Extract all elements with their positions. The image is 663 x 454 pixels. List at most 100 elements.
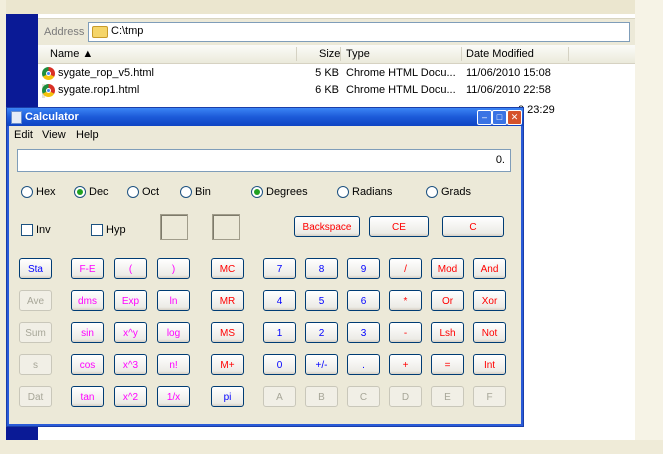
radio-label: Oct: [142, 186, 160, 198]
menu-help[interactable]: Help: [76, 129, 99, 141]
address-value: C:\tmp: [111, 25, 144, 37]
hex-a-button[interactable]: A: [263, 386, 296, 407]
column-name[interactable]: Name ▲: [50, 48, 93, 60]
file-name: sygate.rop1.html: [58, 84, 140, 96]
column-header: Name ▲ Size Type Date Modified: [38, 45, 635, 64]
exp-button[interactable]: Exp: [114, 290, 147, 311]
subtract-button[interactable]: -: [389, 322, 422, 343]
stat-s-button[interactable]: s: [19, 354, 52, 375]
menu-view[interactable]: View: [42, 129, 66, 141]
maximize-button[interactable]: □: [492, 110, 507, 125]
hex-c-button[interactable]: C: [347, 386, 380, 407]
column-divider[interactable]: [340, 47, 341, 61]
address-input[interactable]: C:\tmp: [88, 22, 630, 42]
digit-3-button[interactable]: 3: [347, 322, 380, 343]
column-divider[interactable]: [296, 47, 297, 61]
factorial-button[interactable]: n!: [157, 354, 190, 375]
column-divider[interactable]: [568, 47, 569, 61]
file-row[interactable]: sygate.rop1.html 6 KB Chrome HTML Docu..…: [38, 83, 635, 99]
digit-1-button[interactable]: 1: [263, 322, 296, 343]
add-button[interactable]: +: [389, 354, 422, 375]
window-title: Calculator: [25, 111, 79, 123]
memory-add-button[interactable]: M+: [211, 354, 244, 375]
window-frame-top: [0, 0, 663, 14]
sin-button[interactable]: sin: [71, 322, 104, 343]
dms-button[interactable]: dms: [71, 290, 104, 311]
menu-edit[interactable]: Edit: [14, 129, 33, 141]
close-paren-button[interactable]: ): [157, 258, 190, 279]
calculator-display[interactable]: 0.: [17, 149, 511, 172]
stat-sta-button[interactable]: Sta: [19, 258, 52, 279]
radio-label: Dec: [89, 186, 109, 198]
digit-8-button[interactable]: 8: [305, 258, 338, 279]
mod-button[interactable]: Mod: [431, 258, 464, 279]
or-button[interactable]: Or: [431, 290, 464, 311]
column-size[interactable]: Size: [319, 48, 340, 60]
int-button[interactable]: Int: [473, 354, 506, 375]
open-paren-button[interactable]: (: [114, 258, 147, 279]
file-size: 5 KB: [315, 67, 339, 79]
file-name-cell: sygate.rop1.html: [42, 84, 139, 98]
address-bar: Address C:\tmp: [38, 18, 635, 46]
digit-5-button[interactable]: 5: [305, 290, 338, 311]
digit-4-button[interactable]: 4: [263, 290, 296, 311]
memory-clear-button[interactable]: MC: [211, 258, 244, 279]
reciprocal-button[interactable]: 1/x: [157, 386, 190, 407]
column-date[interactable]: Date Modified: [466, 48, 534, 60]
log-button[interactable]: log: [157, 322, 190, 343]
cos-button[interactable]: cos: [71, 354, 104, 375]
xor-button[interactable]: Xor: [473, 290, 506, 311]
title-bar[interactable]: Calculator – □ ✕: [7, 108, 523, 126]
digit-2-button[interactable]: 2: [305, 322, 338, 343]
chrome-html-icon: [42, 84, 55, 97]
file-date: 11/06/2010 22:58: [466, 84, 551, 96]
column-divider[interactable]: [461, 47, 462, 61]
stat-ave-button[interactable]: Ave: [19, 290, 52, 311]
calculator-icon: [11, 111, 22, 124]
lsh-button[interactable]: Lsh: [431, 322, 464, 343]
divide-button[interactable]: /: [389, 258, 422, 279]
backspace-button[interactable]: Backspace: [294, 216, 360, 237]
ln-button[interactable]: ln: [157, 290, 190, 311]
minimize-button[interactable]: –: [477, 110, 492, 125]
stat-sum-button[interactable]: Sum: [19, 322, 52, 343]
chrome-html-icon: [42, 67, 55, 80]
file-row[interactable]: sygate_rop_v5.html 5 KB Chrome HTML Docu…: [38, 66, 635, 82]
radio-label: Degrees: [266, 186, 308, 198]
hex-f-button[interactable]: F: [473, 386, 506, 407]
digit-0-button[interactable]: 0: [263, 354, 296, 375]
memory-store-button[interactable]: MS: [211, 322, 244, 343]
tan-button[interactable]: tan: [71, 386, 104, 407]
folder-icon: [92, 26, 108, 38]
cube-button[interactable]: x^3: [114, 354, 147, 375]
not-button[interactable]: Not: [473, 322, 506, 343]
digit-6-button[interactable]: 6: [347, 290, 380, 311]
parenthesis-indicator: [160, 214, 188, 240]
memory-recall-button[interactable]: MR: [211, 290, 244, 311]
radio-label: Bin: [195, 186, 211, 198]
digit-9-button[interactable]: 9: [347, 258, 380, 279]
multiply-button[interactable]: *: [389, 290, 422, 311]
hex-b-button[interactable]: B: [305, 386, 338, 407]
equals-button[interactable]: =: [431, 354, 464, 375]
file-name: sygate_rop_v5.html: [58, 67, 154, 79]
file-date: 11/06/2010 15:08: [466, 67, 551, 79]
file-name-cell: sygate_rop_v5.html: [42, 67, 154, 81]
column-type[interactable]: Type: [346, 48, 370, 60]
square-button[interactable]: x^2: [114, 386, 147, 407]
stat-dat-button[interactable]: Dat: [19, 386, 52, 407]
and-button[interactable]: And: [473, 258, 506, 279]
power-button[interactable]: x^y: [114, 322, 147, 343]
window-frame-bottom: [0, 440, 663, 454]
hex-d-button[interactable]: D: [389, 386, 422, 407]
digit-7-button[interactable]: 7: [263, 258, 296, 279]
sign-toggle-button[interactable]: +/-: [305, 354, 338, 375]
pi-button[interactable]: pi: [211, 386, 244, 407]
decimal-button[interactable]: .: [347, 354, 380, 375]
memory-indicator: [212, 214, 240, 240]
clear-entry-button[interactable]: CE: [369, 216, 429, 237]
clear-button[interactable]: C: [442, 216, 504, 237]
close-button[interactable]: ✕: [507, 110, 522, 125]
fe-button[interactable]: F-E: [71, 258, 104, 279]
hex-e-button[interactable]: E: [431, 386, 464, 407]
